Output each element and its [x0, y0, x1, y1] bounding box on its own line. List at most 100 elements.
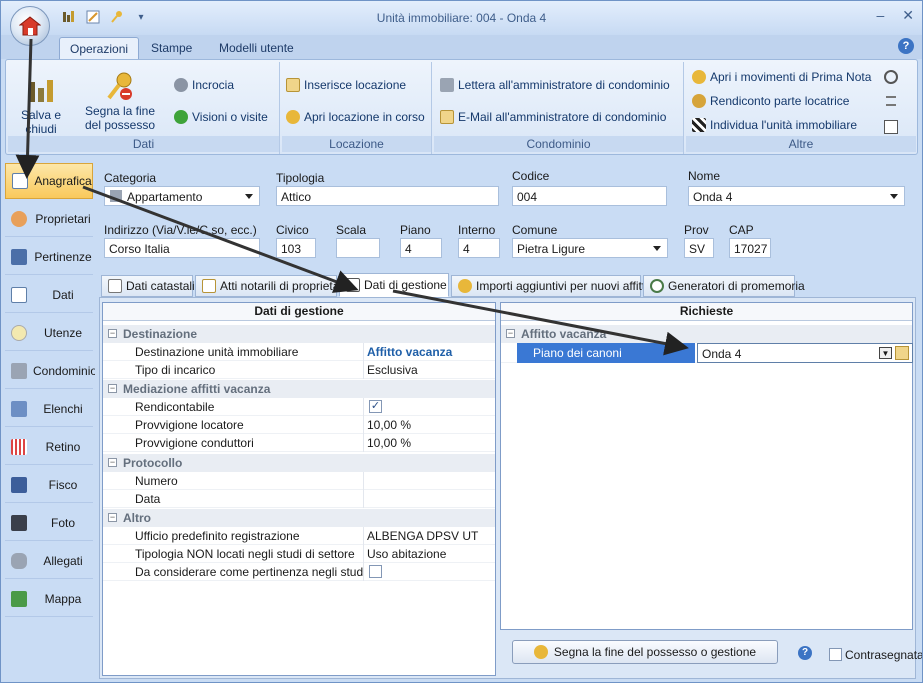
- comune-select[interactable]: Pietra Ligure: [512, 238, 668, 258]
- help-icon[interactable]: ?: [898, 38, 914, 54]
- tab-operazioni[interactable]: Operazioni: [59, 37, 140, 59]
- interno-field[interactable]: 4: [458, 238, 500, 258]
- sidebar-item-mappa[interactable]: Mappa: [5, 581, 93, 617]
- property-row[interactable]: Provvigione conduttori 10,00 %: [103, 434, 495, 452]
- minimize-icon[interactable]: –: [876, 7, 884, 24]
- window-controls: – ✕: [876, 7, 914, 24]
- piano-field[interactable]: 4: [400, 238, 442, 258]
- property-row[interactable]: Tipo di incarico Esclusiva: [103, 361, 495, 379]
- collapse-icon[interactable]: −: [108, 329, 117, 338]
- property-row[interactable]: Rendicontabile ✓: [103, 398, 495, 416]
- collapse-icon[interactable]: −: [506, 329, 515, 338]
- property-row[interactable]: Da considerare come pertinenza negli stu…: [103, 563, 495, 581]
- categoria-select[interactable]: Appartamento: [104, 186, 260, 206]
- prov-field[interactable]: SV: [684, 238, 714, 258]
- inserisce-locazione-button[interactable]: Inserisce locazione: [286, 78, 406, 92]
- key-icon[interactable]: [109, 9, 125, 25]
- lettera-amministratore-button[interactable]: Lettera all'amministratore di condominio: [440, 78, 670, 92]
- codice-field[interactable]: 004: [512, 186, 667, 206]
- tab-dati-gestione[interactable]: Dati di gestione: [339, 273, 449, 297]
- save-icon[interactable]: [61, 9, 77, 25]
- sidebar-item-pertinenze[interactable]: Pertinenze: [5, 239, 93, 275]
- tab-generatori-promemoria[interactable]: Generatori di promemoria: [643, 275, 805, 297]
- category-affitto-vacanza[interactable]: − Affitto vacanza: [501, 325, 912, 343]
- piano-canoni-label: Piano dei canoni: [517, 343, 695, 363]
- building-icon: [11, 362, 27, 379]
- sidebar-item-foto[interactable]: Foto: [5, 505, 93, 541]
- property-row[interactable]: Ufficio predefinito registrazione ALBENGA…: [103, 527, 495, 545]
- property-row[interactable]: Piano dei canoni Onda 4 ▼: [501, 343, 913, 363]
- sidebar-item-anagrafica[interactable]: Anagrafica: [5, 163, 93, 199]
- property-row[interactable]: Provvigione locatore 10,00 %: [103, 416, 495, 434]
- sidebar-item-allegati[interactable]: Allegati: [5, 543, 93, 579]
- edit-icon[interactable]: [895, 346, 909, 360]
- segna-fine-possesso-button[interactable]: Segna la fine del possesso: [80, 70, 160, 132]
- categoria-label: Categoria: [104, 171, 157, 185]
- sidebar-item-proprietari[interactable]: Proprietari: [5, 201, 93, 237]
- category-protocollo[interactable]: − Protocollo: [103, 454, 495, 472]
- contrasegnata-checkbox[interactable]: [829, 648, 842, 661]
- property-row[interactable]: Numero: [103, 472, 495, 490]
- interno-label: Interno: [458, 223, 496, 237]
- timer-icon[interactable]: [884, 70, 898, 84]
- rendicontabile-checkbox[interactable]: ✓: [369, 400, 382, 413]
- scala-field[interactable]: [336, 238, 380, 258]
- tab-atti-notarili[interactable]: Atti notarili di proprietà: [195, 275, 337, 297]
- collapse-icon[interactable]: −: [108, 458, 117, 467]
- prov-label: Prov: [684, 223, 709, 237]
- qat-dropdown-icon[interactable]: ▾: [133, 9, 149, 25]
- edit-icon[interactable]: [85, 9, 101, 25]
- property-row[interactable]: Data: [103, 490, 495, 508]
- grid-icon: [11, 438, 27, 455]
- dropdown-icon[interactable]: ▼: [879, 347, 892, 359]
- tab-modelli-utente[interactable]: Modelli utente: [209, 37, 304, 59]
- civico-field[interactable]: 103: [276, 238, 316, 258]
- gear-icon: [174, 78, 188, 92]
- application-menu-button[interactable]: [10, 6, 50, 46]
- tab-stampe[interactable]: Stampe: [141, 37, 202, 59]
- sidebar-item-utenze[interactable]: Utenze: [5, 315, 93, 351]
- email-amministratore-button[interactable]: E-Mail all'amministratore di condominio: [440, 110, 666, 124]
- tab-dati-catastali[interactable]: Dati catastali: [101, 275, 195, 297]
- cap-field[interactable]: 17027: [729, 238, 771, 258]
- pertinenza-checkbox[interactable]: [369, 565, 382, 578]
- category-altro[interactable]: − Altro: [103, 509, 495, 527]
- sidebar-item-dati[interactable]: Dati: [5, 277, 93, 313]
- comune-label: Comune: [512, 223, 558, 237]
- segna-fine-possesso-gestione-button[interactable]: Segna la fine del possesso o gestione: [512, 640, 778, 664]
- category-mediazione[interactable]: − Mediazione affitti vacanza: [103, 380, 495, 398]
- collapse-icon[interactable]: −: [108, 513, 117, 522]
- list-icon[interactable]: [886, 96, 896, 106]
- individua-button[interactable]: Individua l'unità immobiliare: [692, 118, 857, 132]
- sidebar-item-elenchi[interactable]: Elenchi: [5, 391, 93, 427]
- category-destinazione[interactable]: − Destinazione: [103, 325, 495, 343]
- visioni-visite-button[interactable]: Visioni o visite: [174, 110, 268, 124]
- users-icon: [11, 210, 27, 227]
- camera-icon: [11, 514, 27, 531]
- ribbon-group-condominio: Lettera all'amministratore di condominio…: [434, 62, 684, 154]
- ribbon: Salva e chiudi Segna la fine del possess…: [5, 59, 918, 155]
- collapse-icon[interactable]: −: [108, 384, 117, 393]
- property-row[interactable]: Destinazione unità immobiliare Affitto va…: [103, 343, 495, 361]
- rendiconto-button[interactable]: Rendiconto parte locatrice: [692, 94, 849, 108]
- movimenti-prima-nota-button[interactable]: Apri i movimenti di Prima Nota: [692, 70, 871, 84]
- quick-access-toolbar: ▾: [57, 9, 149, 25]
- key-icon: [286, 110, 300, 124]
- indirizzo-field[interactable]: Corso Italia: [104, 238, 260, 258]
- incrocia-button[interactable]: Incrocia: [174, 78, 234, 92]
- apri-locazione-button[interactable]: Apri locazione in corso: [286, 110, 425, 124]
- help-icon[interactable]: ?: [798, 646, 812, 660]
- sidebar-item-condominio[interactable]: Condominio: [5, 353, 97, 389]
- key-stop-icon: [104, 70, 136, 102]
- property-row[interactable]: Tipologia NON locati negli studi di sett…: [103, 545, 495, 563]
- close-icon[interactable]: ✕: [902, 7, 914, 24]
- sidebar-item-retino[interactable]: Retino: [5, 429, 93, 465]
- sidebar-item-fisco[interactable]: Fisco: [5, 467, 93, 503]
- report-icon[interactable]: [884, 120, 898, 134]
- nome-select[interactable]: Onda 4: [688, 186, 905, 206]
- tipologia-field[interactable]: Attico: [276, 186, 499, 206]
- salva-chiudi-button[interactable]: Salva e chiudi: [12, 78, 70, 136]
- coins-icon: [692, 94, 706, 108]
- piano-canoni-field[interactable]: Onda 4 ▼: [697, 343, 913, 363]
- tab-importi-aggiuntivi[interactable]: Importi aggiuntivi per nuovi affitti: [451, 275, 648, 297]
